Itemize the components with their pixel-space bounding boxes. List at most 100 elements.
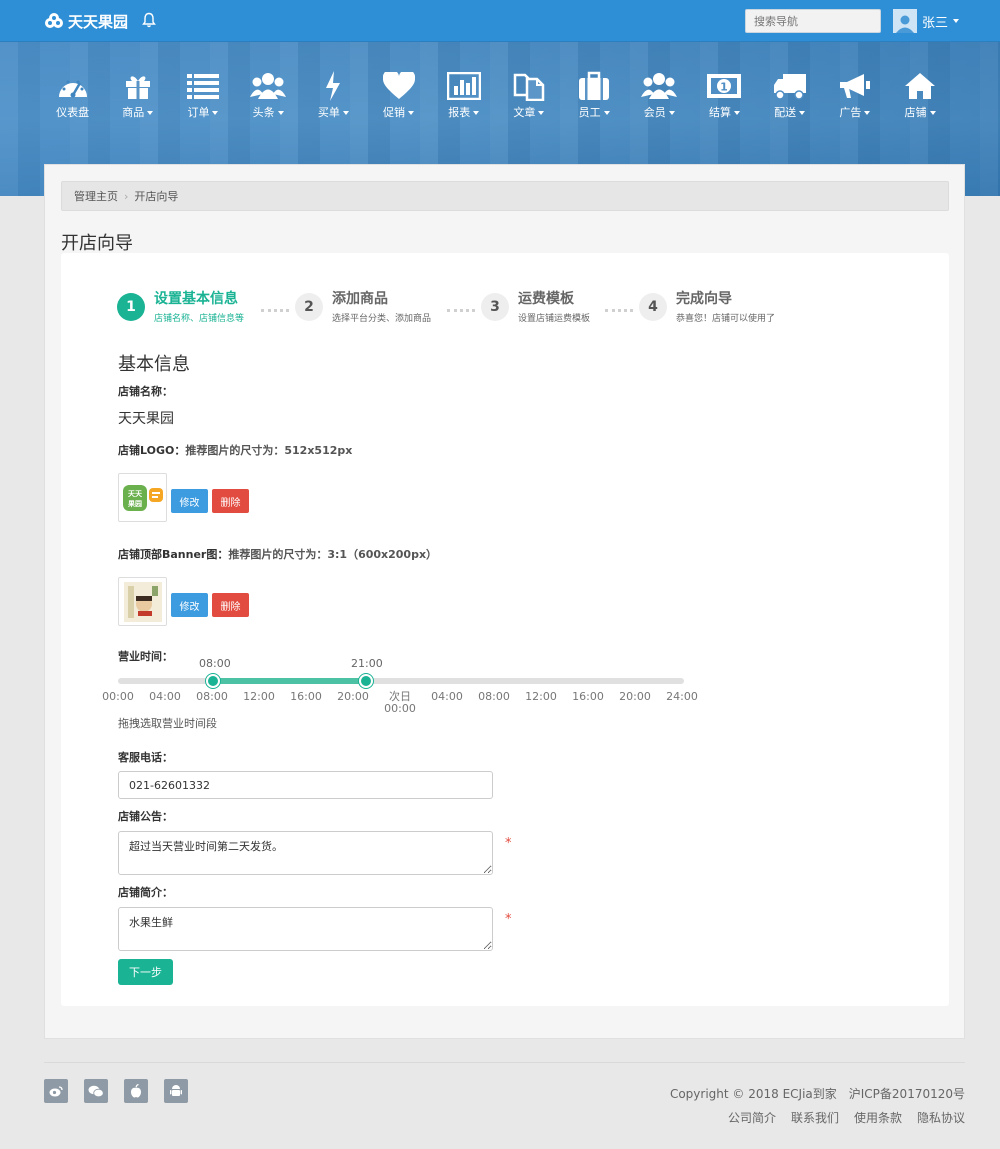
caret-icon <box>929 111 936 115</box>
slider-end-handle[interactable] <box>359 674 373 688</box>
icp-number[interactable]: 沪ICP备20170120号 <box>849 1087 965 1101</box>
slider-start-handle[interactable] <box>206 674 220 688</box>
nav-item-promotion[interactable]: 促销 <box>366 70 431 120</box>
logo-image: 天天 果园 <box>122 484 163 511</box>
nav-item-staff[interactable]: 员工 <box>562 70 627 120</box>
step-connector <box>447 309 475 312</box>
banner-thumbnail[interactable] <box>118 577 167 626</box>
nav-label: 促销 <box>383 106 406 119</box>
bell-icon[interactable] <box>142 12 156 28</box>
nav-item-ads[interactable]: 广告 <box>822 70 887 120</box>
next-step-button[interactable]: 下一步 <box>118 959 173 985</box>
list-icon <box>186 74 219 99</box>
wizard-panel: 1 设置基本信息 店铺名称、店铺信息等 2 添加商品 选择平台分类、添加商品 3… <box>61 253 949 1006</box>
caret-icon <box>603 111 610 115</box>
hours-slider[interactable] <box>118 674 684 688</box>
nav-item-pay[interactable]: 买单 <box>301 70 366 120</box>
main-nav: 仪表盘 商品 订单 头条 买单 促销 报表 文章 员工 会员 1 结算 配送 广… <box>40 70 960 120</box>
truck-icon <box>773 74 806 100</box>
hours-label: 营业时间： <box>118 650 173 663</box>
copyright: Copyright © 2018 ECJia到家 沪ICP备20170120号 <box>658 1085 965 1102</box>
android-icon[interactable] <box>164 1079 188 1103</box>
gift-icon <box>125 76 150 99</box>
dashboard-icon <box>58 80 87 98</box>
nav-label: 仪表盘 <box>56 106 90 119</box>
phone-input[interactable] <box>118 771 493 799</box>
phone-label: 客服电话： <box>118 751 173 764</box>
group-icon <box>641 73 678 99</box>
logo-delete-button[interactable]: 删除 <box>212 489 249 513</box>
user-menu[interactable]: 张三 <box>893 9 960 33</box>
slider-tick-label: 08:00 <box>196 690 228 703</box>
nav-item-settlement[interactable]: 1 结算 <box>692 70 757 120</box>
notice-textarea[interactable]: 超过当天营业时间第二天发货。 <box>118 831 493 875</box>
nav-item-orders[interactable]: 订单 <box>170 70 235 120</box>
caret-icon <box>864 111 871 115</box>
brand[interactable]: 天天果园 <box>44 10 128 32</box>
slider-range <box>213 678 366 684</box>
banner-edit-button[interactable]: 修改 <box>171 593 208 617</box>
nav-item-delivery[interactable]: 配送 <box>757 70 822 120</box>
footer-link-contact[interactable]: 联系我们 <box>791 1109 839 1126</box>
chevron-right-icon: › <box>124 189 129 203</box>
avatar <box>893 9 917 33</box>
logo-label: 店铺LOGO：推荐图片的尺寸为：512x512px <box>118 442 352 458</box>
nav-item-articles[interactable]: 文章 <box>496 70 561 120</box>
footer-link-about[interactable]: 公司简介 <box>728 1109 776 1126</box>
step-number: 3 <box>481 293 509 321</box>
nav-label: 报表 <box>448 106 471 119</box>
nav-item-reports[interactable]: 报表 <box>431 70 496 120</box>
intro-textarea[interactable]: 水果生鲜 <box>118 907 493 951</box>
top-bar: 天天果园 张三 <box>0 0 1000 42</box>
username: 张三 <box>922 15 949 31</box>
nav-label: 头条 <box>252 106 275 119</box>
store-name-label: 店铺名称： <box>118 385 173 398</box>
slider-tick-label: 00:00 <box>102 690 134 703</box>
breadcrumb-home[interactable]: 管理主页 <box>74 188 118 204</box>
nav-item-headlines[interactable]: 头条 <box>236 70 301 120</box>
nav-label: 商品 <box>122 106 145 119</box>
logo-label-text: 店铺LOGO： <box>118 444 186 457</box>
nav-item-members[interactable]: 会员 <box>627 70 692 120</box>
step-connector <box>261 309 289 312</box>
nav-item-goods[interactable]: 商品 <box>105 70 170 120</box>
step-4[interactable]: 4 完成向导 恭喜您！店铺可以使用了 <box>639 291 775 324</box>
brand-name: 天天果园 <box>68 12 129 31</box>
footer-links: 公司简介 联系我们 使用条款 隐私协议 <box>713 1109 965 1126</box>
step-3[interactable]: 3 运费模板 设置店铺运费模板 <box>481 291 590 324</box>
nav-label: 文章 <box>513 106 536 119</box>
step-title: 运费模板 <box>518 291 574 307</box>
slider-tick-label: 次日 00:00 <box>384 690 416 715</box>
nav-item-dashboard[interactable]: 仪表盘 <box>40 70 105 120</box>
footer-link-terms[interactable]: 使用条款 <box>854 1109 902 1126</box>
svg-text:天天: 天天 <box>128 490 143 498</box>
banner-image <box>123 581 162 622</box>
page-title: 开店向导 <box>61 233 133 254</box>
breadcrumb-current: 开店向导 <box>134 190 179 203</box>
nav-item-store[interactable]: 店铺 <box>887 70 952 120</box>
search-nav-input[interactable] <box>745 9 881 33</box>
step-subtitle: 恭喜您！店铺可以使用了 <box>676 314 776 324</box>
footer-divider <box>44 1062 965 1063</box>
banner-delete-button[interactable]: 删除 <box>212 593 249 617</box>
wechat-icon[interactable] <box>84 1079 108 1103</box>
step-1[interactable]: 1 设置基本信息 店铺名称、店铺信息等 <box>117 291 244 324</box>
apple-icon[interactable] <box>124 1079 148 1103</box>
brand-logo-icon <box>45 13 63 28</box>
slider-tick-label: 12:00 <box>243 690 275 703</box>
step-2[interactable]: 2 添加商品 选择平台分类、添加商品 <box>295 291 431 324</box>
slider-tick-label: 08:00 <box>478 690 510 703</box>
nav-label: 店铺 <box>904 106 927 119</box>
step-subtitle: 选择平台分类、添加商品 <box>332 314 432 324</box>
footer-link-privacy[interactable]: 隐私协议 <box>917 1109 965 1126</box>
weibo-icon[interactable] <box>44 1079 68 1103</box>
group-icon <box>250 73 287 99</box>
section-title: 基本信息 <box>118 354 190 375</box>
logo-thumbnail[interactable]: 天天 果园 <box>118 473 167 522</box>
step-number: 2 <box>295 293 323 321</box>
banner-hint: 推荐图片的尺寸为：3:1（600x200px） <box>228 548 438 561</box>
slider-tick-label: 20:00 <box>337 690 369 703</box>
caret-icon <box>733 111 740 115</box>
svg-text:1: 1 <box>721 81 729 94</box>
logo-edit-button[interactable]: 修改 <box>171 489 208 513</box>
